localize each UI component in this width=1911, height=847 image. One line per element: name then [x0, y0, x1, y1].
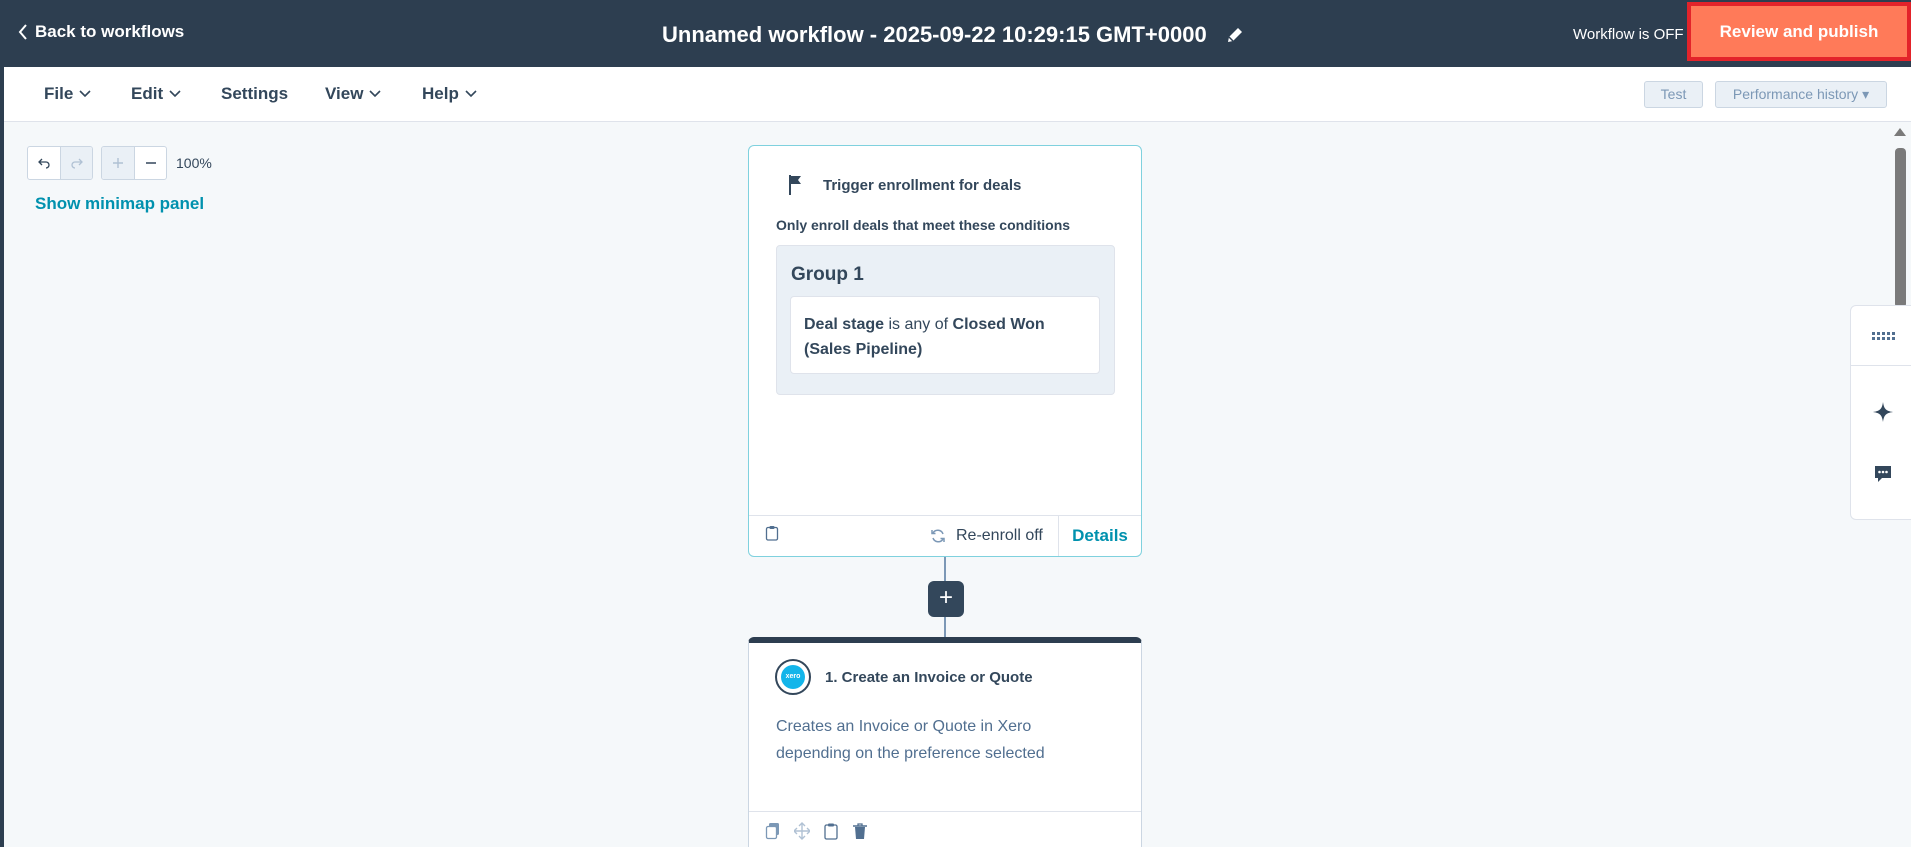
undo-redo-group [27, 146, 93, 180]
redo-icon [70, 158, 83, 169]
chevron-down-icon [465, 90, 477, 98]
chevron-down-icon [79, 90, 91, 98]
workflow-editor: Back to workflows Unnamed workflow - 202… [4, 0, 1911, 847]
reenroll-status: Re-enroll off [930, 527, 1043, 545]
menu-view[interactable]: View [325, 84, 382, 104]
reenroll-label: Re-enroll off [956, 527, 1043, 544]
keypad-tool-button[interactable] [1871, 324, 1895, 348]
redo-button[interactable] [60, 147, 92, 179]
action-card[interactable]: xero 1. Create an Invoice or Quote Creat… [748, 637, 1142, 847]
condition-property: Deal stage [804, 316, 885, 333]
undo-icon [38, 158, 50, 169]
condition-operator: is any of [888, 316, 949, 333]
clipboard-icon[interactable] [765, 525, 779, 541]
keypad-icon [1872, 332, 1895, 340]
chat-bubble-icon [1875, 466, 1891, 482]
chevron-left-icon [18, 24, 27, 40]
menu-bar: File Edit Settings View Help Test Perfor… [4, 67, 1911, 122]
trash-icon[interactable] [852, 822, 868, 840]
workflow-title: Unnamed workflow - 2025-09-22 10:29:15 G… [662, 22, 1245, 48]
comments-button[interactable] [1871, 462, 1895, 486]
menu-file-label: File [44, 84, 74, 103]
menu-view-label: View [325, 84, 364, 103]
menu-edit[interactable]: Edit [131, 84, 181, 104]
clipboard-icon[interactable] [823, 822, 839, 840]
xero-logo-icon: xero [775, 659, 811, 695]
scroll-up-arrow-icon[interactable] [1894, 128, 1906, 136]
details-button[interactable]: Details [1058, 516, 1141, 556]
test-button[interactable]: Test [1644, 81, 1703, 108]
trigger-card[interactable]: Trigger enrollment for deals Only enroll… [748, 145, 1142, 557]
trigger-footer: Re-enroll off Details [749, 515, 1141, 556]
pencil-icon[interactable] [1225, 25, 1245, 45]
refresh-icon [931, 529, 945, 543]
condition-group[interactable]: Group 1 Deal stage is any of Closed Won … [776, 245, 1115, 395]
zoom-in-button[interactable] [102, 147, 134, 179]
trigger-header: Trigger enrollment for deals [787, 174, 1021, 196]
top-header: Back to workflows Unnamed workflow - 202… [4, 0, 1911, 67]
menu-help[interactable]: Help [422, 84, 477, 104]
trigger-subtitle: Only enroll deals that meet these condit… [776, 217, 1071, 233]
connector-line [944, 557, 946, 582]
menu-help-label: Help [422, 84, 459, 103]
performance-history-button[interactable]: Performance history ▾ [1715, 81, 1887, 108]
zoom-level: 100% [176, 155, 212, 171]
review-and-publish-button[interactable]: Review and publish [1691, 6, 1907, 57]
action-footer [749, 811, 1141, 847]
zoom-out-button[interactable] [134, 147, 166, 179]
back-label: Back to workflows [35, 22, 185, 41]
add-action-button[interactable]: + [928, 581, 964, 617]
zoom-group [101, 146, 167, 180]
show-minimap-link[interactable]: Show minimap panel [35, 194, 204, 214]
scrollbar-thumb[interactable] [1895, 148, 1906, 308]
chevron-down-icon [369, 90, 382, 98]
condition-filter[interactable]: Deal stage is any of Closed Won (Sales P… [790, 296, 1100, 374]
minus-icon [145, 162, 156, 164]
flag-icon [789, 175, 801, 195]
workflow-status: Workflow is OFF [1573, 26, 1684, 43]
undo-button[interactable] [28, 147, 60, 179]
copy-icon[interactable] [765, 822, 781, 840]
action-header: xero 1. Create an Invoice or Quote [775, 659, 1033, 695]
move-icon[interactable] [794, 822, 810, 840]
xero-logo-text: xero [781, 665, 805, 689]
right-tool-rail [1850, 305, 1911, 520]
action-description: Creates an Invoice or Quote in Xero depe… [776, 718, 1045, 762]
publish-highlight: Review and publish [1687, 2, 1911, 61]
trigger-title: Trigger enrollment for deals [823, 176, 1022, 194]
rail-divider [1851, 365, 1911, 366]
sparkle-icon [1873, 402, 1893, 422]
workflow-title-text: Unnamed workflow - 2025-09-22 10:29:15 G… [662, 22, 1207, 47]
group-title: Group 1 [791, 264, 864, 285]
plus-icon [113, 158, 123, 168]
back-to-workflows-link[interactable]: Back to workflows [17, 22, 184, 42]
action-title: 1. Create an Invoice or Quote [825, 668, 1033, 686]
chevron-down-icon [169, 90, 181, 98]
menu-edit-label: Edit [131, 84, 164, 103]
menu-settings[interactable]: Settings [221, 84, 288, 104]
connector-line [944, 617, 946, 638]
ai-assistant-button[interactable] [1871, 400, 1895, 424]
menu-file[interactable]: File [44, 84, 91, 104]
menu-settings-label: Settings [221, 84, 289, 103]
